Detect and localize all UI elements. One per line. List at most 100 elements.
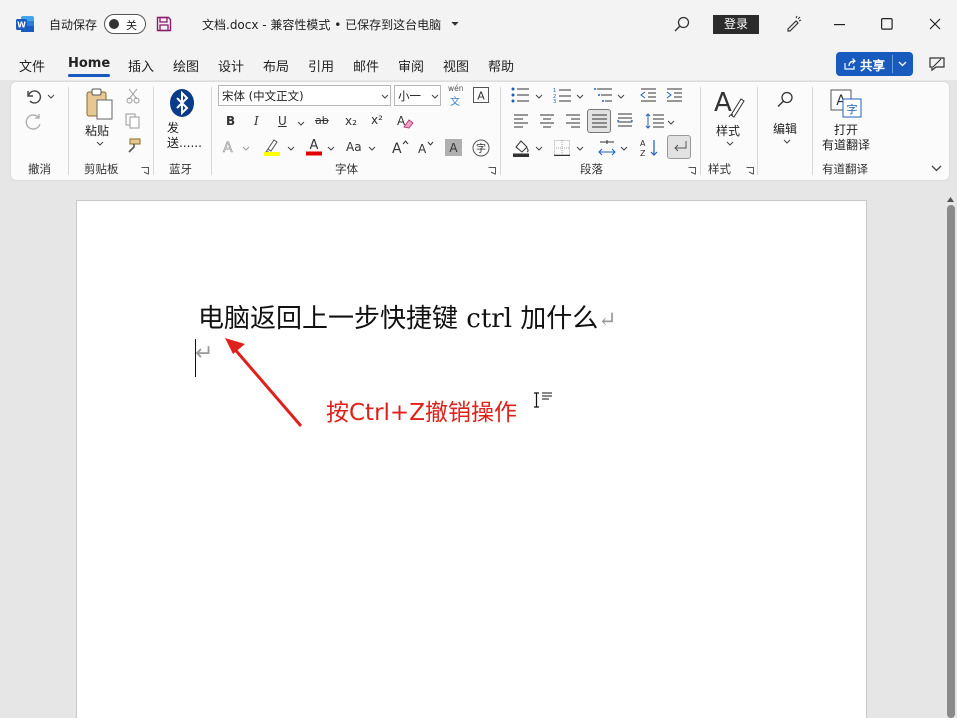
scroll-up-icon[interactable]	[947, 197, 954, 202]
copy-icon[interactable]	[125, 113, 141, 129]
title-dropdown-icon[interactable]	[451, 21, 459, 27]
shading-icon[interactable]	[512, 139, 532, 157]
line-spacing-icon[interactable]	[645, 113, 665, 129]
search-icon[interactable]	[674, 16, 690, 32]
decrease-indent-icon[interactable]	[640, 88, 657, 103]
document-page[interactable]	[76, 200, 867, 718]
character-shading-icon[interactable]: A	[445, 139, 462, 156]
enclose-characters-icon[interactable]: 字	[472, 139, 490, 157]
bluetooth-send-label[interactable]: 发送......	[167, 121, 207, 151]
maximize-icon[interactable]	[881, 18, 893, 30]
numbering-dropdown-icon[interactable]	[576, 94, 584, 99]
tab-layout[interactable]: 布局	[263, 56, 289, 75]
format-painter-icon[interactable]	[125, 138, 141, 154]
editing-button-label[interactable]: 编辑	[773, 120, 797, 137]
paste-dropdown-icon[interactable]	[96, 141, 104, 146]
character-border-icon[interactable]: A	[473, 87, 489, 103]
font-color-icon[interactable]: A	[305, 137, 323, 156]
close-icon[interactable]	[929, 18, 941, 30]
italic-button[interactable]: I	[254, 114, 259, 128]
tab-help[interactable]: 帮助	[488, 56, 514, 75]
bullets-dropdown-icon[interactable]	[535, 94, 543, 99]
text-effects-dropdown-icon[interactable]	[242, 146, 250, 151]
chinese-layout-icon[interactable]	[597, 139, 617, 157]
multilevel-list-icon[interactable]	[594, 86, 616, 104]
tab-file[interactable]: 文件	[19, 56, 45, 75]
sort-icon[interactable]: AZ	[640, 138, 660, 158]
font-name-select[interactable]: 宋体 (中文正文)	[218, 85, 391, 106]
paragraph-launcher-icon[interactable]	[688, 167, 696, 175]
youdao-translate-label[interactable]: 有道翻译	[822, 136, 870, 153]
clipboard-launcher-icon[interactable]	[141, 167, 149, 175]
save-icon[interactable]	[156, 16, 172, 32]
font-launcher-icon[interactable]	[488, 167, 496, 175]
line-spacing-dropdown-icon[interactable]	[667, 120, 675, 125]
subscript-button[interactable]: x₂	[345, 114, 357, 128]
tab-references[interactable]: 引用	[308, 56, 334, 75]
scrollbar-thumb[interactable]	[947, 205, 955, 718]
align-center-icon[interactable]	[539, 114, 555, 128]
tab-design[interactable]: 设计	[218, 56, 244, 75]
ribbon-collapse-icon[interactable]	[931, 165, 942, 172]
editing-dropdown-icon[interactable]	[783, 139, 791, 144]
share-button[interactable]: 共享	[836, 52, 913, 76]
align-right-icon[interactable]	[565, 114, 581, 128]
shading-dropdown-icon[interactable]	[535, 146, 543, 151]
multilevel-dropdown-icon[interactable]	[617, 94, 625, 99]
chinese-layout-dropdown-icon[interactable]	[620, 146, 628, 151]
autosave-toggle[interactable]: 关	[104, 14, 146, 34]
cut-icon[interactable]	[126, 88, 140, 104]
borders-dropdown-icon[interactable]	[576, 146, 584, 151]
underline-dropdown-icon[interactable]	[297, 121, 305, 126]
tab-home[interactable]: Home	[68, 56, 110, 71]
styles-launcher-icon[interactable]	[746, 167, 754, 175]
tab-view[interactable]: 视图	[443, 56, 469, 75]
underline-button[interactable]: U	[278, 114, 287, 128]
tab-review[interactable]: 审阅	[398, 56, 424, 75]
share-chevron-icon[interactable]	[898, 61, 907, 67]
borders-icon[interactable]	[554, 140, 570, 156]
tab-draw[interactable]: 绘图	[173, 56, 199, 75]
styles-button-label[interactable]: 样式	[716, 122, 740, 139]
bold-button[interactable]: B	[226, 114, 235, 128]
login-button[interactable]: 登录	[713, 15, 759, 34]
show-formatting-marks-icon[interactable]	[667, 135, 691, 159]
phonetic-guide-icon[interactable]: wén 文	[448, 85, 464, 109]
clear-formatting-icon[interactable]: A	[396, 113, 414, 129]
align-left-icon[interactable]	[513, 114, 529, 128]
bluetooth-icon[interactable]	[169, 88, 195, 118]
minimize-icon[interactable]	[834, 24, 846, 26]
document-title[interactable]: 文档.docx - 兼容性模式 • 已保存到这台电脑	[202, 16, 441, 33]
change-case-button[interactable]: Aa	[346, 140, 362, 154]
change-case-dropdown-icon[interactable]	[368, 146, 376, 151]
text-effects-icon[interactable]: A	[222, 139, 240, 155]
document-line-1[interactable]: 电脑返回上一步快捷键 ctrl 加什么↵	[198, 298, 617, 335]
tab-insert[interactable]: 插入	[128, 56, 154, 75]
vertical-scrollbar[interactable]	[944, 185, 957, 718]
designer-pen-icon[interactable]	[784, 15, 802, 33]
distributed-icon[interactable]	[617, 113, 633, 129]
editing-search-icon[interactable]	[777, 91, 794, 108]
comments-icon[interactable]	[928, 56, 946, 72]
superscript-button[interactable]: x²	[371, 113, 383, 127]
strikethrough-button[interactable]: ab	[315, 114, 329, 127]
youdao-translate-icon[interactable]: A字	[830, 89, 862, 119]
highlight-dropdown-icon[interactable]	[287, 146, 295, 151]
numbering-icon[interactable]: 123	[553, 87, 573, 103]
justify-icon[interactable]	[587, 109, 611, 133]
undo-icon[interactable]	[24, 88, 42, 104]
highlight-icon[interactable]	[262, 138, 282, 156]
paste-label[interactable]: 粘贴	[85, 122, 109, 139]
grow-font-icon[interactable]: A	[391, 139, 409, 155]
styles-icon[interactable]: A	[713, 87, 745, 119]
bullets-icon[interactable]	[511, 87, 533, 103]
redo-icon[interactable]	[24, 113, 42, 131]
shrink-font-icon[interactable]: A	[417, 140, 435, 156]
paste-icon[interactable]	[84, 88, 114, 122]
increase-indent-icon[interactable]	[666, 88, 683, 103]
font-color-dropdown-icon[interactable]	[327, 146, 335, 151]
tab-mailings[interactable]: 邮件	[353, 56, 379, 75]
undo-dropdown-icon[interactable]	[47, 94, 55, 99]
font-size-select[interactable]: 小一	[394, 85, 441, 106]
styles-dropdown-icon[interactable]	[726, 141, 734, 146]
